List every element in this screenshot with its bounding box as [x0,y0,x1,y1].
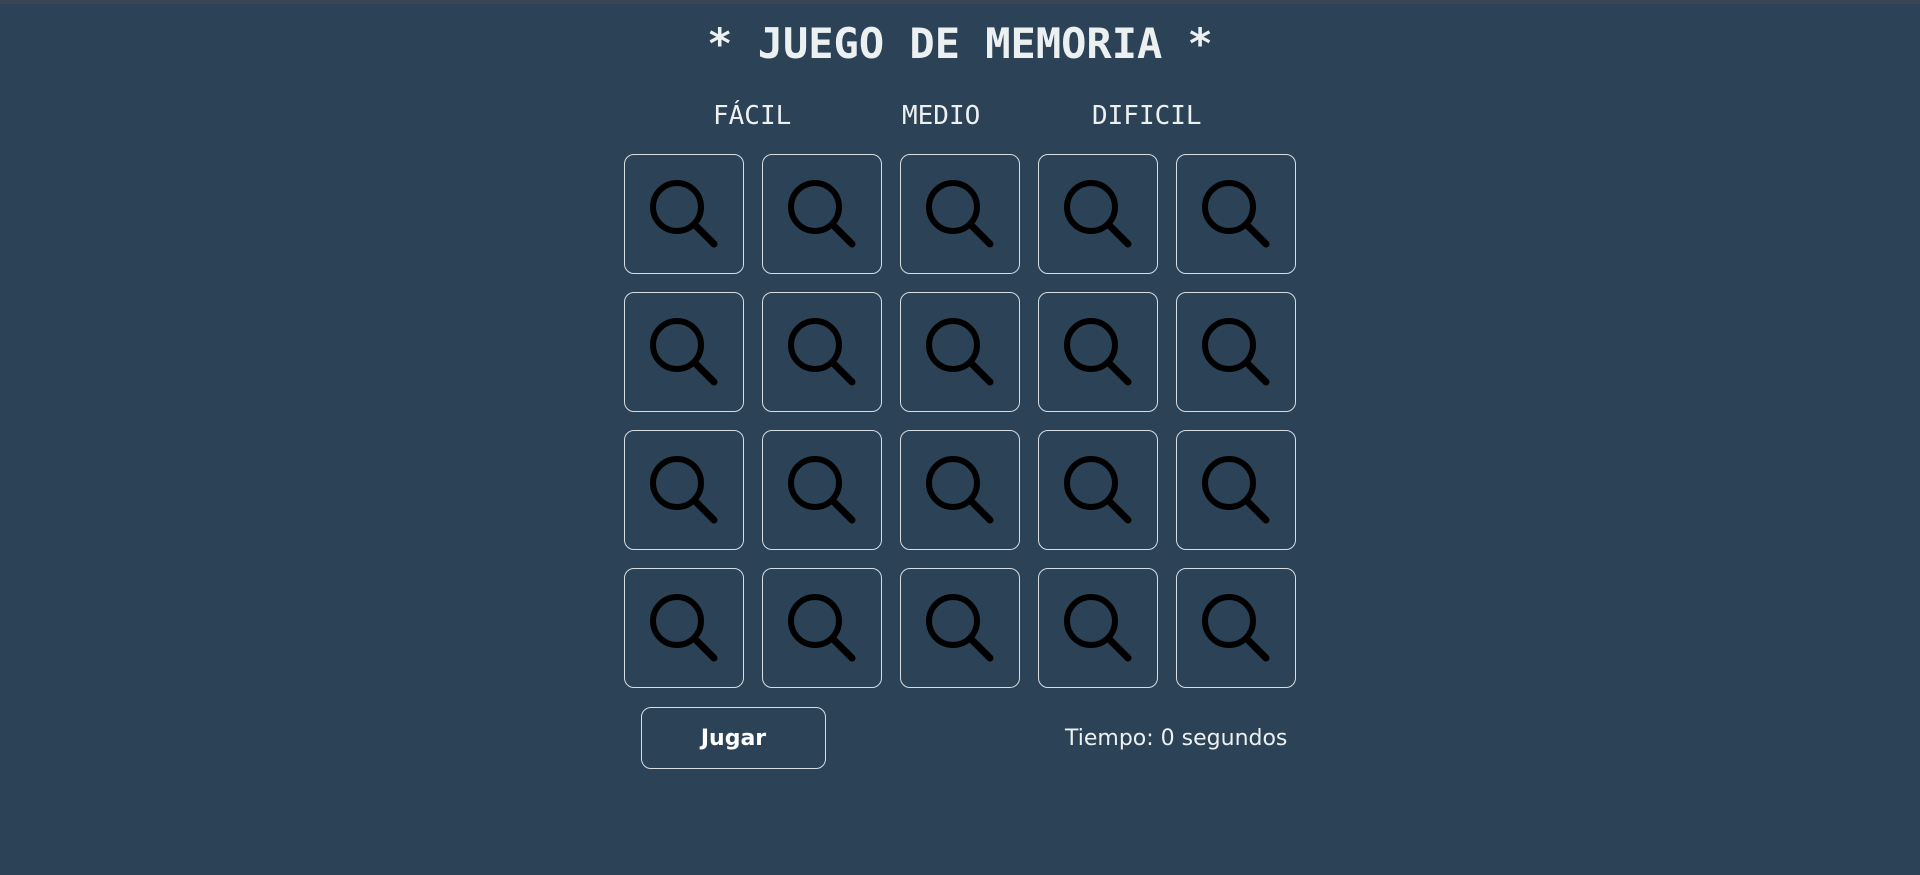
search-icon [926,594,994,662]
memory-card[interactable] [762,568,882,688]
search-icon [1064,594,1132,662]
memory-card[interactable] [1038,292,1158,412]
search-icon [650,456,718,524]
memory-card[interactable] [1176,568,1296,688]
memory-card[interactable] [762,430,882,550]
page-title: * JUEGO DE MEMORIA * [707,19,1213,68]
search-icon [788,318,856,386]
search-icon [926,180,994,248]
search-icon [1064,318,1132,386]
level-easy-option[interactable]: FÁCIL [713,98,791,134]
memory-card[interactable] [624,154,744,274]
search-icon [926,456,994,524]
search-icon [788,456,856,524]
memory-card[interactable] [900,292,1020,412]
search-icon [1202,318,1270,386]
search-icon [1202,456,1270,524]
play-button[interactable]: Jugar [641,707,826,769]
memory-card[interactable] [900,154,1020,274]
memory-card[interactable] [900,430,1020,550]
memory-card[interactable] [1038,568,1158,688]
memory-card[interactable] [762,154,882,274]
window-top-strip [0,0,1920,4]
memory-board [624,154,1296,688]
search-icon [788,594,856,662]
search-icon [650,318,718,386]
search-icon [650,180,718,248]
memory-card[interactable] [624,430,744,550]
search-icon [926,318,994,386]
search-icon [1202,594,1270,662]
memory-card[interactable] [624,292,744,412]
memory-card[interactable] [1176,430,1296,550]
search-icon [1202,180,1270,248]
level-medium-option[interactable]: MEDIO [902,98,980,134]
search-icon [650,594,718,662]
memory-card[interactable] [900,568,1020,688]
memory-card[interactable] [1038,430,1158,550]
memory-card[interactable] [1176,292,1296,412]
memory-card[interactable] [1038,154,1158,274]
level-hard-option[interactable]: DIFICIL [1092,98,1202,134]
search-icon [1064,456,1132,524]
difficulty-selector: FÁCIL MEDIO DIFICIL [0,98,1920,134]
memory-card[interactable] [762,292,882,412]
search-icon [788,180,856,248]
timer-display: Tiempo: 0 segundos [1065,726,1288,751]
memory-card[interactable] [1176,154,1296,274]
memory-card[interactable] [624,568,744,688]
search-icon [1064,180,1132,248]
